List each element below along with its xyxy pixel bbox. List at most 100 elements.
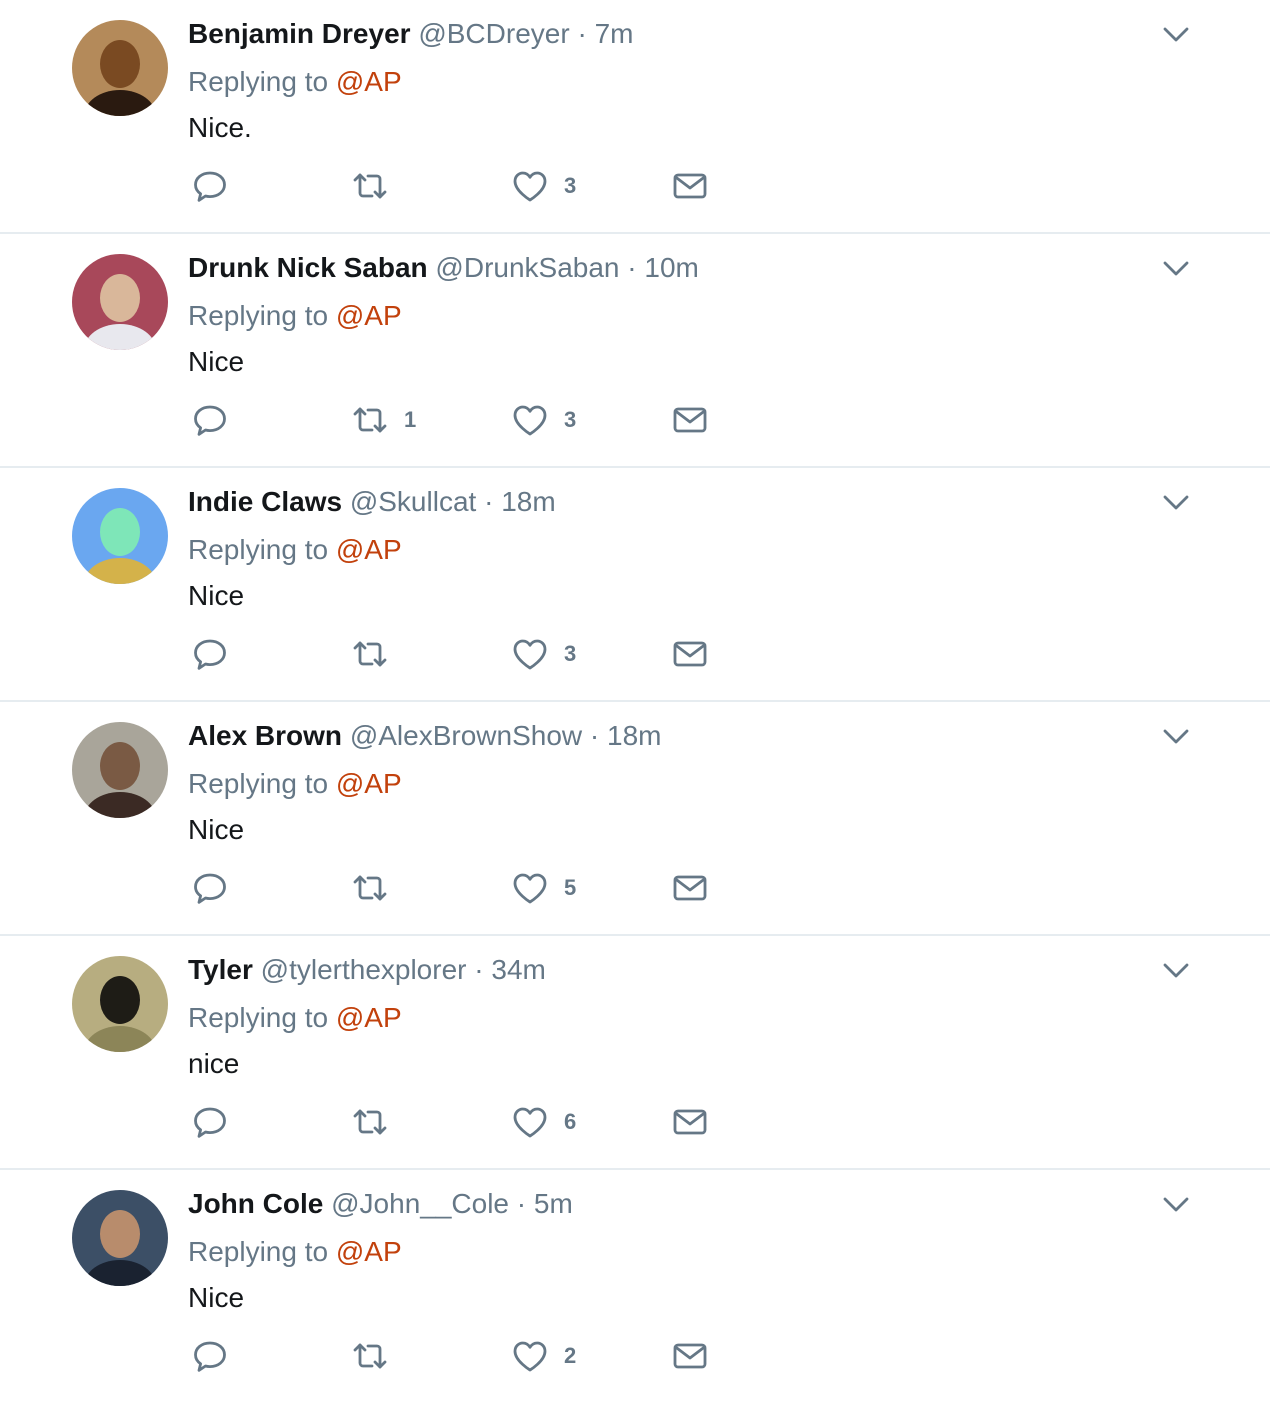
mention-link[interactable]: @AP [336, 66, 402, 97]
more-options-button[interactable] [1156, 14, 1196, 54]
tweet-header: Benjamin Dreyer @BCDreyer · 7m [188, 14, 633, 54]
more-options-button[interactable] [1156, 950, 1196, 990]
user-handle[interactable]: @tylerthexplorer [261, 954, 467, 985]
reply-icon [190, 400, 230, 440]
retweet-button[interactable]: 1 [350, 390, 416, 450]
display-name[interactable]: Indie Claws [188, 486, 342, 517]
more-options-button[interactable] [1156, 716, 1196, 756]
avatar[interactable] [72, 488, 168, 584]
tweet-header: Drunk Nick Saban @DrunkSaban · 10m [188, 248, 699, 288]
action-bar: 2 [188, 1326, 748, 1386]
user-handle[interactable]: @AlexBrownShow [350, 720, 582, 751]
reply-button[interactable] [190, 624, 254, 684]
like-count: 3 [564, 407, 577, 432]
retweet-button[interactable] [350, 1092, 414, 1152]
timestamp[interactable]: 10m [644, 252, 698, 283]
user-handle[interactable]: @DrunkSaban [435, 252, 619, 283]
separator-dot: · [589, 720, 600, 751]
envelope-icon [670, 868, 710, 908]
replying-to: Replying to @AP [188, 764, 402, 804]
tweet-reply[interactable]: Drunk Nick Saban @DrunkSaban · 10m Replyi… [0, 234, 1270, 468]
direct-message-button[interactable] [670, 1092, 710, 1152]
timestamp[interactable]: 5m [534, 1188, 573, 1219]
tweet-reply[interactable]: Tyler @tylerthexplorer · 34m Replying to … [0, 936, 1270, 1170]
action-bar: 3 [188, 624, 748, 684]
user-handle[interactable]: @BCDreyer [418, 18, 569, 49]
user-handle[interactable]: @John__Cole [331, 1188, 509, 1219]
mention-link[interactable]: @AP [336, 1002, 402, 1033]
chevron-down-icon [1156, 1184, 1196, 1224]
mention-link[interactable]: @AP [336, 1236, 402, 1267]
retweet-button[interactable] [350, 1326, 414, 1386]
tweet-header: Alex Brown @AlexBrownShow · 18m [188, 716, 661, 756]
avatar[interactable] [72, 20, 168, 116]
timestamp[interactable]: 34m [491, 954, 545, 985]
reply-icon [190, 634, 230, 674]
like-count: 3 [564, 173, 577, 198]
more-options-button[interactable] [1156, 482, 1196, 522]
retweet-button[interactable] [350, 156, 414, 216]
display-name[interactable]: John Cole [188, 1188, 323, 1219]
tweet-text: Nice [188, 346, 245, 377]
reply-button[interactable] [190, 390, 254, 450]
display-name[interactable]: Drunk Nick Saban [188, 252, 428, 283]
separator-dot: · [577, 18, 587, 49]
reply-button[interactable] [190, 1326, 254, 1386]
mention-link[interactable]: @AP [336, 768, 402, 799]
display-name[interactable]: Benjamin Dreyer [188, 18, 411, 49]
avatar[interactable] [72, 254, 168, 350]
like-button[interactable]: 6 [510, 1092, 576, 1152]
mention-link[interactable]: @AP [336, 534, 402, 565]
user-handle[interactable]: @Skullcat [350, 486, 476, 517]
replying-to-label: Replying to [188, 1236, 329, 1267]
replying-to: Replying to @AP [188, 1232, 402, 1272]
like-count: 3 [564, 641, 577, 666]
envelope-icon [670, 166, 710, 206]
reply-button[interactable] [190, 858, 254, 918]
like-button[interactable]: 2 [510, 1326, 576, 1386]
tweet-reply[interactable]: Indie Claws @Skullcat · 18m Replying to @… [0, 468, 1270, 702]
tweet-reply[interactable]: Benjamin Dreyer @BCDreyer · 7m Replying t… [0, 0, 1270, 234]
like-button[interactable]: 3 [510, 390, 576, 450]
separator-dot: · [516, 1188, 527, 1219]
tweet-text: Nice [188, 1282, 245, 1313]
direct-message-button[interactable] [670, 390, 710, 450]
reply-icon [190, 868, 230, 908]
tweet-reply[interactable]: Alex Brown @AlexBrownShow · 18m Replying … [0, 702, 1270, 936]
retweet-button[interactable] [350, 624, 414, 684]
chevron-down-icon [1156, 482, 1196, 522]
more-options-button[interactable] [1156, 1184, 1196, 1224]
mention-link[interactable]: @AP [336, 300, 402, 331]
action-bar: 13 [188, 390, 748, 450]
like-button[interactable]: 3 [510, 624, 576, 684]
avatar[interactable] [72, 956, 168, 1052]
like-button[interactable]: 3 [510, 156, 576, 216]
reply-button[interactable] [190, 1092, 254, 1152]
direct-message-button[interactable] [670, 858, 710, 918]
heart-icon [510, 400, 550, 440]
like-count: 5 [564, 875, 577, 900]
direct-message-button[interactable] [670, 156, 710, 216]
display-name[interactable]: Tyler [188, 954, 253, 985]
action-bar: 3 [188, 156, 748, 216]
tweet-reply[interactable]: John Cole @John__Cole · 5m Replying to @A… [0, 1170, 1270, 1404]
avatar[interactable] [72, 722, 168, 818]
separator-dot: · [474, 954, 484, 985]
direct-message-button[interactable] [670, 624, 710, 684]
like-button[interactable]: 5 [510, 858, 576, 918]
retweet-count: 1 [404, 407, 417, 432]
reply-icon [190, 166, 230, 206]
retweet-icon [350, 868, 390, 908]
tweet-text: Nice [188, 580, 245, 611]
avatar[interactable] [72, 1190, 168, 1286]
retweet-button[interactable] [350, 858, 414, 918]
more-options-button[interactable] [1156, 248, 1196, 288]
timestamp[interactable]: 18m [607, 720, 661, 751]
tweet-text: nice [188, 1048, 240, 1079]
reply-button[interactable] [190, 156, 254, 216]
timestamp[interactable]: 18m [501, 486, 555, 517]
timestamp[interactable]: 7m [595, 18, 634, 49]
replying-to: Replying to @AP [188, 998, 402, 1038]
direct-message-button[interactable] [670, 1326, 710, 1386]
display-name[interactable]: Alex Brown [188, 720, 342, 751]
